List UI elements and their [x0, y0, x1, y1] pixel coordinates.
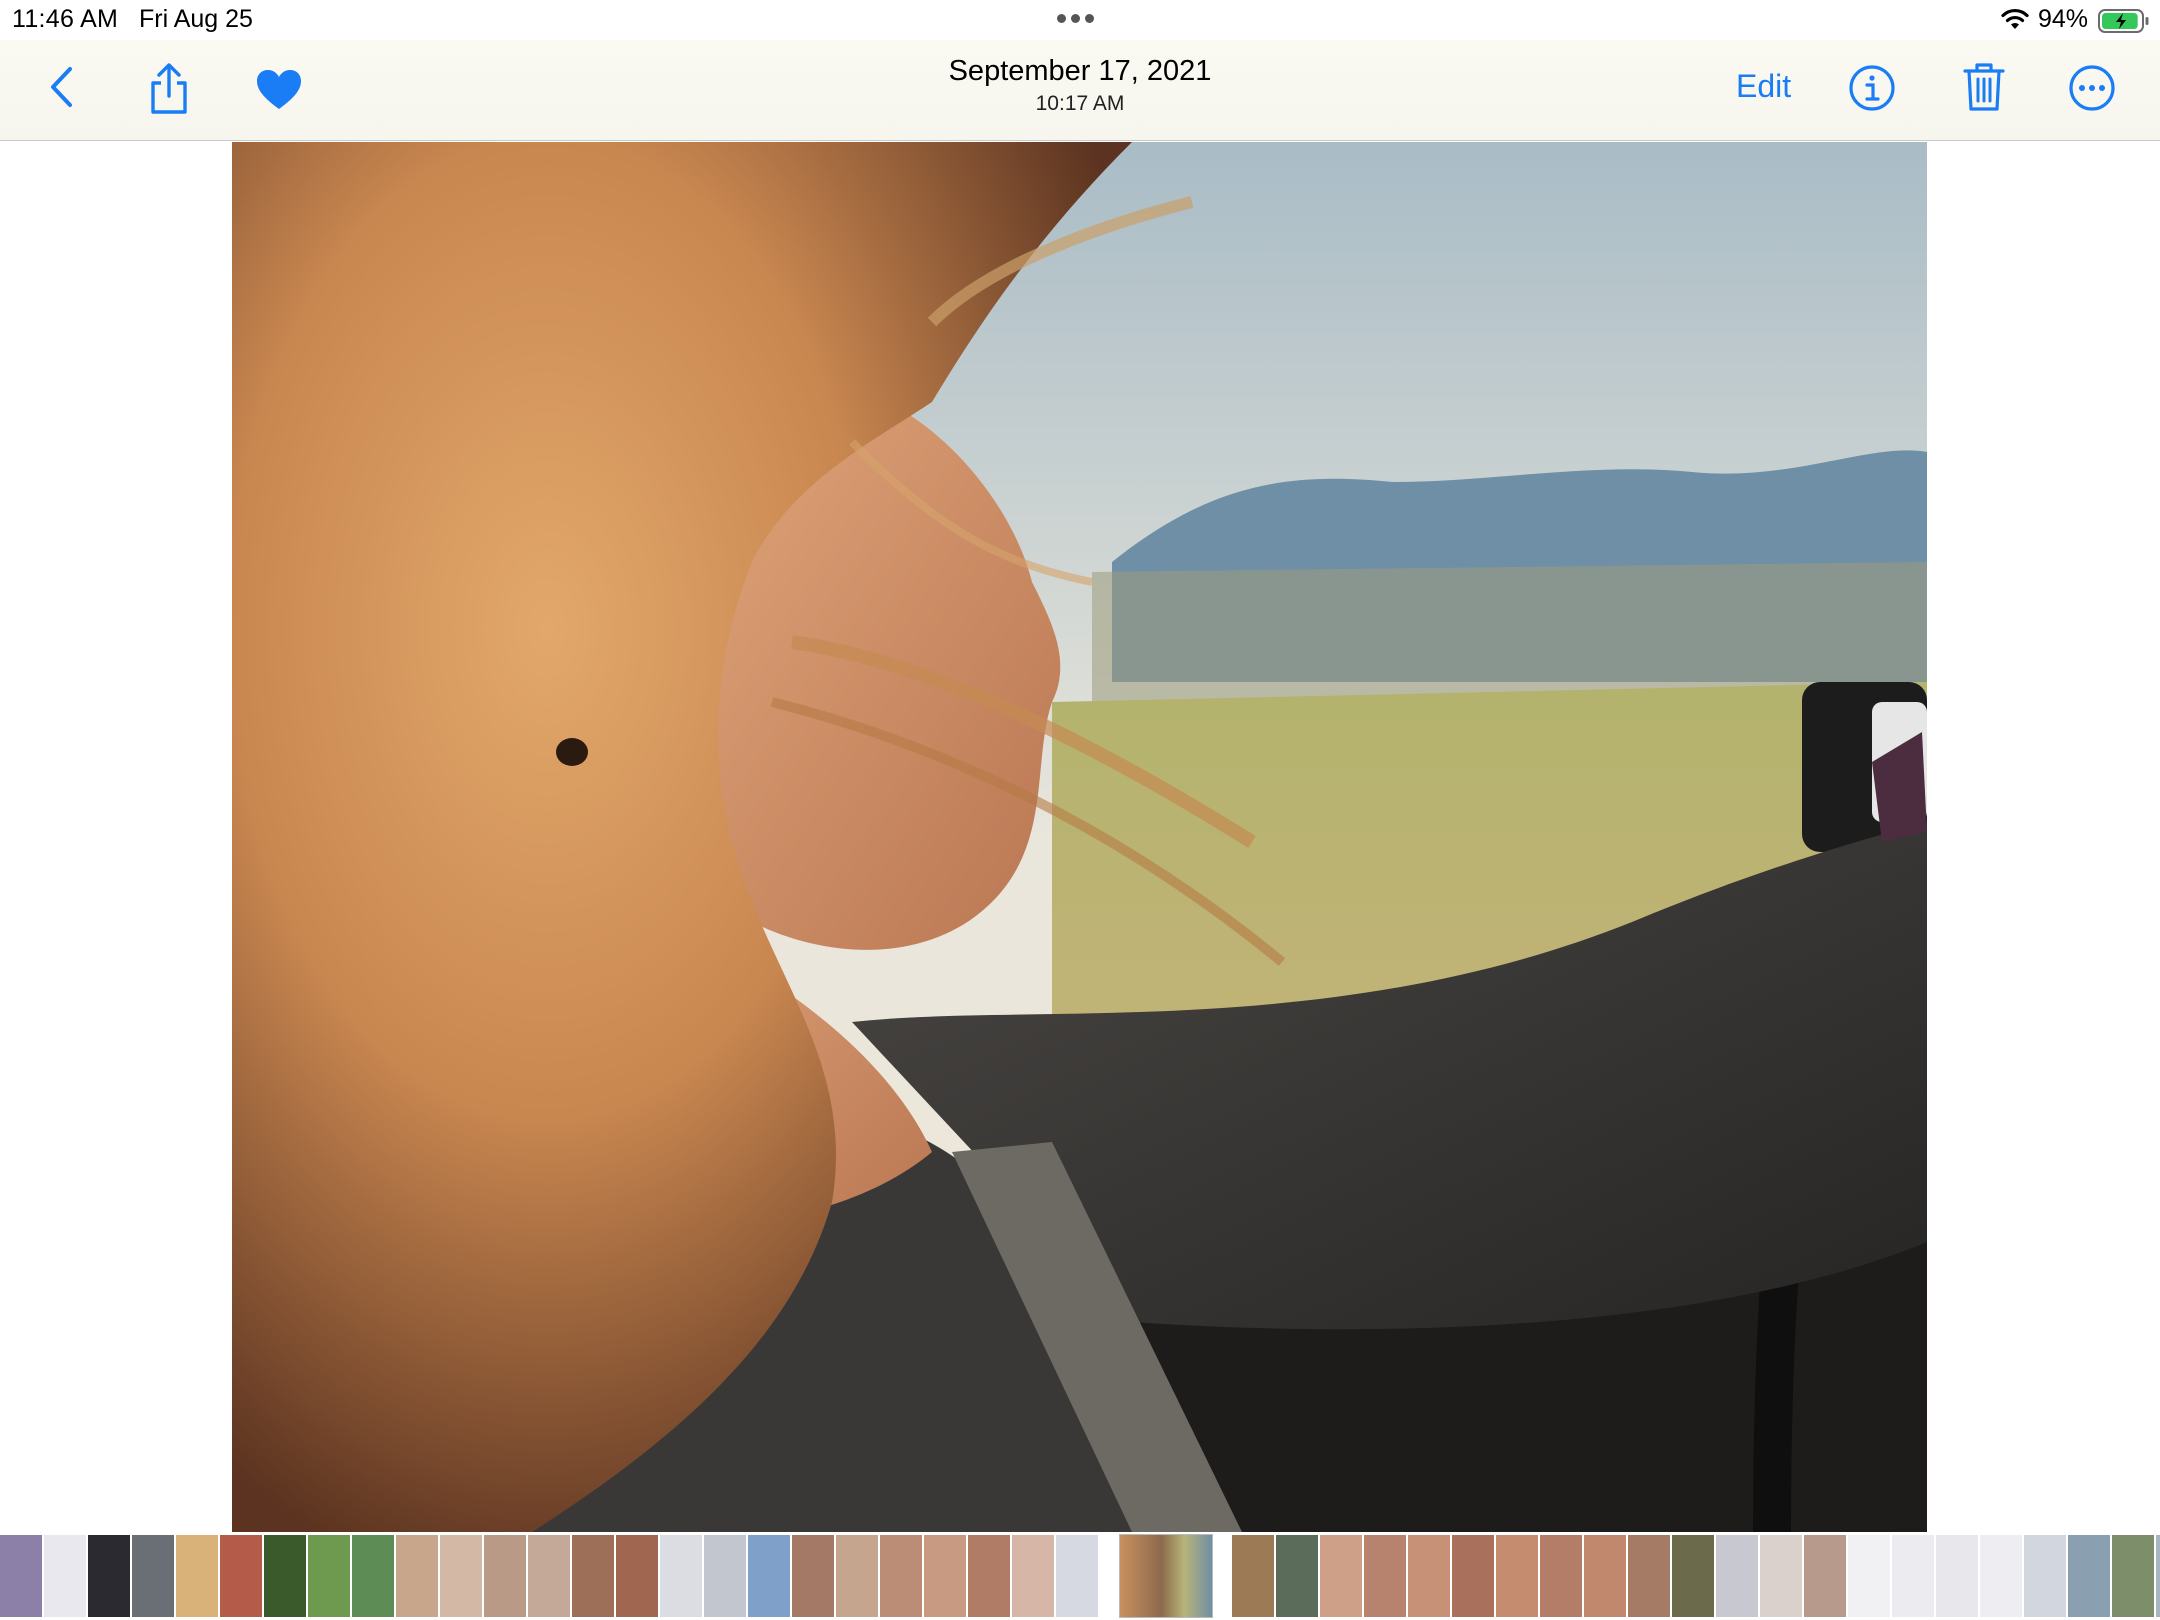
thumbnail[interactable] [44, 1535, 86, 1617]
battery-icon [2098, 9, 2149, 33]
thumbnail[interactable] [2112, 1535, 2154, 1617]
info-icon [1849, 65, 1895, 111]
thumbnail[interactable] [1320, 1535, 1362, 1617]
thumbnail[interactable] [1408, 1535, 1450, 1617]
thumbnail[interactable] [836, 1535, 878, 1617]
thumbnail[interactable] [396, 1535, 438, 1617]
thumbnail[interactable] [440, 1535, 482, 1617]
thumbnail[interactable] [484, 1535, 526, 1617]
thumbnail-strip[interactable] [0, 1532, 2160, 1620]
thumbnail[interactable] [1496, 1535, 1538, 1617]
thumbnail[interactable] [264, 1535, 306, 1617]
thumbnail[interactable] [572, 1535, 614, 1617]
back-button[interactable] [40, 63, 84, 111]
battery-percent: 94% [2038, 5, 2089, 33]
thumbnail[interactable] [748, 1535, 790, 1617]
thumbnail[interactable] [176, 1535, 218, 1617]
share-icon [151, 63, 187, 114]
thumbnail[interactable] [1232, 1535, 1274, 1617]
status-time: 11:46 AM [12, 5, 119, 33]
thumbnail[interactable] [132, 1535, 174, 1617]
more-button[interactable] [2066, 62, 2118, 114]
photo-toolbar: September 17, 2021 10:17 AM Edit [0, 40, 2160, 141]
thumbnail[interactable] [1452, 1535, 1494, 1617]
thumbnail[interactable] [220, 1535, 262, 1617]
thumbnail[interactable] [704, 1535, 746, 1617]
thumbnail[interactable] [1892, 1535, 1934, 1617]
thumbnail-current[interactable] [1120, 1535, 1212, 1617]
status-bar: 11:46 AM Fri Aug 25 94% [0, 0, 2160, 40]
thumbnail[interactable] [1364, 1535, 1406, 1617]
thumbnail[interactable] [968, 1535, 1010, 1617]
thumbnail[interactable] [792, 1535, 834, 1617]
thumbnail[interactable] [1716, 1535, 1758, 1617]
thumbnail[interactable] [1584, 1535, 1626, 1617]
thumbnail[interactable] [1980, 1535, 2022, 1617]
ellipsis-circle-icon [2069, 65, 2115, 111]
thumbnail[interactable] [1628, 1535, 1670, 1617]
trash-icon [1963, 63, 2005, 111]
thumbnail[interactable] [1672, 1535, 1714, 1617]
thumbnail[interactable] [0, 1535, 42, 1617]
thumbnail[interactable] [880, 1535, 922, 1617]
delete-button[interactable] [1960, 60, 2008, 114]
favorite-button[interactable] [252, 66, 306, 114]
thumbnail[interactable] [88, 1535, 130, 1617]
thumbnail[interactable] [1056, 1535, 1098, 1617]
thumbnail[interactable] [2024, 1535, 2066, 1617]
thumbnail[interactable] [2068, 1535, 2110, 1617]
thumbnail[interactable] [1276, 1535, 1318, 1617]
thumbnail[interactable] [660, 1535, 702, 1617]
thumbnail[interactable] [1760, 1535, 1802, 1617]
thumbnail[interactable] [528, 1535, 570, 1617]
status-date: Fri Aug 25 [139, 5, 253, 33]
thumbnail[interactable] [2156, 1535, 2160, 1617]
chevron-left-icon [51, 67, 72, 107]
heart-icon [257, 70, 301, 109]
wifi-icon [2001, 8, 2029, 29]
photo-time: 10:17 AM [1035, 92, 1125, 115]
thumbnail[interactable] [1540, 1535, 1582, 1617]
thumbnail[interactable] [352, 1535, 394, 1617]
thumbnail[interactable] [1848, 1535, 1890, 1617]
thumbnail[interactable] [1012, 1535, 1054, 1617]
photo-image[interactable] [232, 142, 1927, 1532]
info-button[interactable] [1846, 62, 1898, 114]
thumbnail[interactable] [616, 1535, 658, 1617]
photo-title-block: September 17, 2021 10:17 AM [880, 54, 1280, 118]
share-button[interactable] [140, 60, 198, 118]
edit-button[interactable]: Edit [1736, 68, 1791, 105]
thumbnail[interactable] [1936, 1535, 1978, 1617]
multitask-dots-icon[interactable] [1057, 14, 1094, 23]
thumbnail[interactable] [308, 1535, 350, 1617]
photo-date: September 17, 2021 [948, 55, 1212, 87]
thumbnail[interactable] [924, 1535, 966, 1617]
thumbnail[interactable] [1804, 1535, 1846, 1617]
